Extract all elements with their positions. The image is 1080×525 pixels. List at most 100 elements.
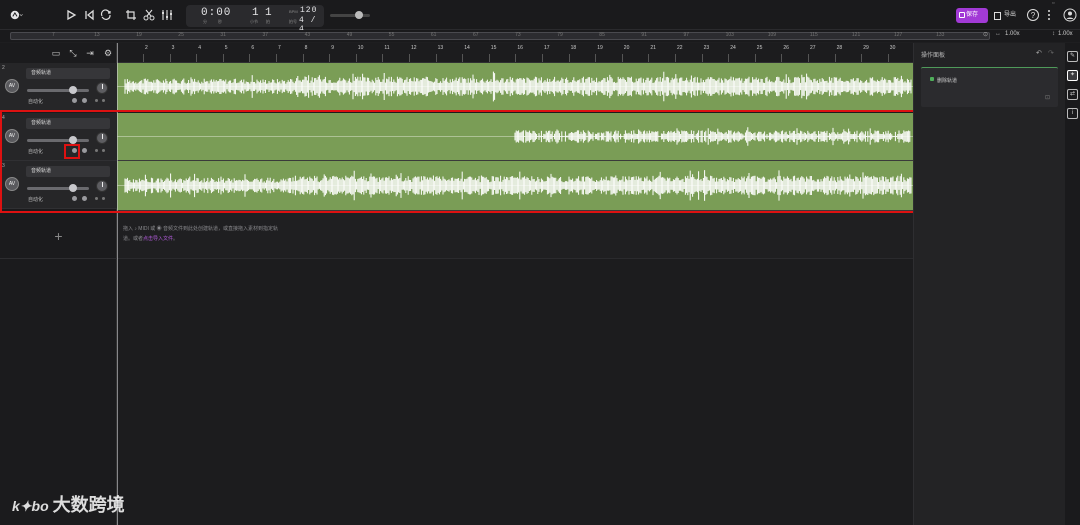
waveform-track-2 <box>117 71 913 102</box>
crop-icon[interactable] <box>124 8 138 22</box>
more-menu-icon[interactable] <box>1042 8 1056 22</box>
watermark-logo: k✦bo <box>12 498 49 514</box>
tempo-slider[interactable] <box>330 14 370 17</box>
ruler-tick-mark <box>542 54 543 62</box>
automation-label[interactable]: 自动化 <box>28 98 43 105</box>
snap-icon[interactable]: ⇥ <box>85 48 95 58</box>
swap-icon[interactable]: ⇄ <box>1067 89 1078 100</box>
overview-number: 115 <box>809 32 818 38</box>
tempo-slider-handle[interactable] <box>355 11 363 19</box>
v-zoom-icon[interactable]: ↕ <box>1052 31 1055 37</box>
ruler-tick-mark <box>143 54 144 62</box>
overview-number: 55 <box>388 32 395 38</box>
ruler-tick-label: 7 <box>278 45 281 51</box>
solo-button[interactable] <box>82 98 87 103</box>
history-item[interactable]: 删除轨道 <box>930 77 957 84</box>
time-display: 0:00 <box>201 7 232 19</box>
ruler-tick-label: 9 <box>331 45 334 51</box>
highlight-button <box>64 144 80 159</box>
mixer-icon[interactable] <box>160 8 174 22</box>
help-icon[interactable]: ? <box>1026 8 1040 22</box>
ruler-tick-label: 21 <box>650 45 656 51</box>
overview-scrollbar[interactable] <box>10 32 990 40</box>
track-view-icon[interactable]: ▭ <box>51 48 61 58</box>
record-button[interactable] <box>95 99 98 102</box>
skip-to-start-icon[interactable] <box>82 8 96 22</box>
save-button[interactable]: 保存 <box>956 8 988 23</box>
volume-slider-handle[interactable] <box>68 86 77 94</box>
redo-icon[interactable]: ↷ <box>1048 49 1054 57</box>
ruler-tick-label: 10 <box>357 45 364 51</box>
overview-number: 7 <box>52 32 55 38</box>
magic-wand-icon[interactable]: ✦ <box>1067 70 1078 81</box>
ruler-tick-label: 8 <box>304 45 308 51</box>
ruler-tick-mark <box>887 54 889 62</box>
ruler-tick-label: 29 <box>863 45 869 51</box>
ruler-tick-label: 23 <box>703 45 710 51</box>
expand-icon[interactable]: ⤡ <box>68 48 78 58</box>
v-zoom-value[interactable]: 1.00x <box>1058 31 1073 37</box>
export-button[interactable]: 导出 <box>994 8 1016 23</box>
edit-icon[interactable]: ✎ <box>1067 51 1078 62</box>
settings-icon[interactable]: ⚙ <box>103 48 113 58</box>
ruler-tick-label: 13 <box>437 45 444 51</box>
track-lane-2[interactable] <box>117 63 913 111</box>
track-avatar[interactable]: AV <box>5 79 19 93</box>
panel-title: 操作面板 <box>921 53 946 59</box>
mute-button[interactable] <box>72 98 77 103</box>
ruler-tick-label: 6 <box>251 45 255 51</box>
side-rail: ✎ ✦ ⇄ i <box>1065 43 1080 525</box>
drop-hint-line1: 拖入 ♪ MIDI 或 ◉ 音频文件到此处创建轨道，或直接拖入素材到指定轨 <box>123 226 279 232</box>
pan-knob[interactable] <box>96 82 108 94</box>
ruler-tick-label: 26 <box>783 45 789 51</box>
overview-number: 31 <box>220 32 226 38</box>
play-icon[interactable] <box>64 8 78 22</box>
track-name-field[interactable]: 音频轨道 <box>26 68 110 79</box>
app-logo-icon[interactable] <box>10 8 30 22</box>
beat-display: 1 <box>265 7 273 19</box>
drop-zone[interactable]: 拖入 ♪ MIDI 或 ◉ 音频文件到此处创建轨道，或直接拖入素材到指定轨 道。… <box>117 213 913 259</box>
drop-hint-line2: 道。或者点击导入文件。 <box>123 235 178 242</box>
monitor-button[interactable] <box>102 99 105 102</box>
h-zoom-value[interactable]: 1.00x <box>1005 31 1020 37</box>
ruler-tick-label: 11 <box>384 45 390 51</box>
export-label: 导出 <box>1004 12 1017 18</box>
overview-number: 13 <box>94 32 100 38</box>
info-icon[interactable]: i <box>1067 108 1078 119</box>
top-toolbar: 0:00 分 秒 1 小节 1 拍 BPM 120 拍号 4 / 4 保存 导出… <box>0 0 1080 34</box>
ruler-tick-mark <box>222 54 224 62</box>
zoom-fit-icon[interactable]: ⊙ <box>983 31 988 38</box>
ruler-tick-mark <box>488 54 490 62</box>
user-avatar-icon[interactable] <box>1063 8 1077 22</box>
overview-number: 19 <box>136 32 142 38</box>
ruler-tick-label: 5 <box>224 45 228 51</box>
track-header[interactable]: 2 音频轨道 AV 自动化 <box>0 63 117 111</box>
overview-bar <box>0 30 1080 42</box>
export-icon <box>994 12 1001 20</box>
import-file-link[interactable]: 点击导入文件 <box>143 236 173 242</box>
restore-window-icon[interactable]: ▫ <box>1052 0 1054 7</box>
time-cap-minutes: 分 <box>203 19 207 24</box>
overview-number: 133 <box>936 32 945 38</box>
ruler-tick-mark <box>701 54 703 62</box>
history-card: 删除轨道 ⊡ <box>921 67 1058 107</box>
ruler-tick-mark <box>302 54 304 62</box>
ruler-tick-mark <box>621 54 623 62</box>
h-zoom-icon[interactable]: ↔ <box>995 31 1001 37</box>
bpm-value[interactable]: 120 <box>300 6 317 15</box>
ruler-tick-label: 2 <box>145 45 148 51</box>
ruler-tick-mark <box>754 54 756 62</box>
time-cap-seconds: 秒 <box>218 19 222 24</box>
save-label: 保存 <box>966 12 979 18</box>
save-icon <box>959 12 965 18</box>
volume-slider[interactable] <box>27 89 89 92</box>
scissors-icon[interactable] <box>142 8 156 22</box>
ruler-tick-mark <box>568 54 570 62</box>
overview-number: 79 <box>557 32 563 38</box>
ruler-tick-label: 3 <box>171 45 175 51</box>
undo-icon[interactable]: ↶ <box>1036 49 1042 57</box>
lock-icon[interactable]: ⊡ <box>1045 94 1050 101</box>
loop-icon[interactable] <box>99 8 113 22</box>
add-track-button[interactable]: + <box>0 213 117 259</box>
timeline-ruler[interactable]: 2 3 4 5 6 7 8 9 10 11 12 13 14 15 16 17 18 19 20 21 22 23 24 25… <box>117 43 913 63</box>
